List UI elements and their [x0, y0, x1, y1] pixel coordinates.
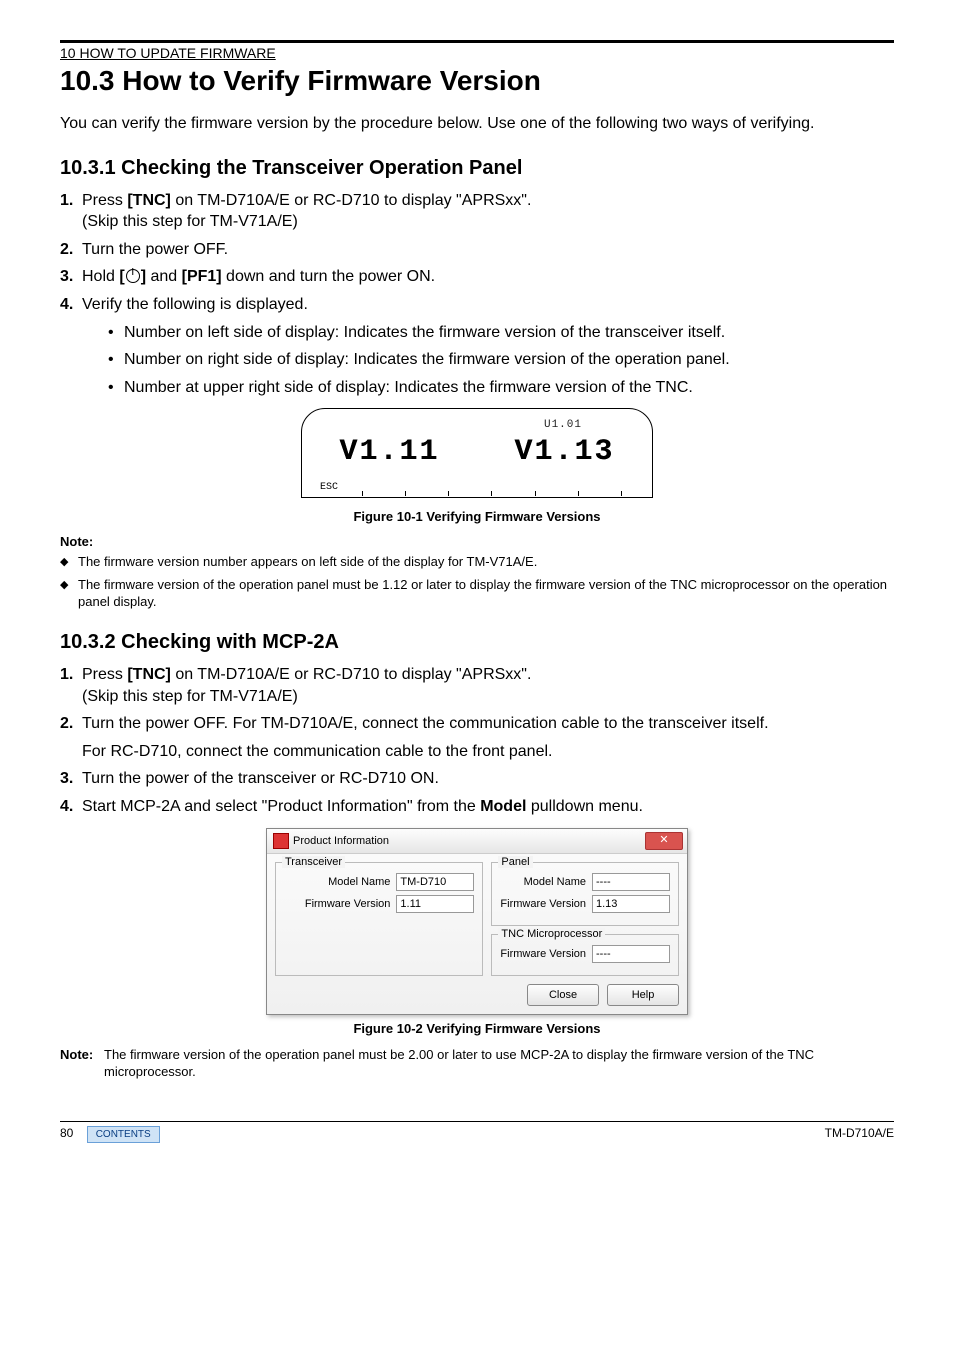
figure-10-2-caption: Figure 10-2 Verifying Firmware Versions — [60, 1021, 894, 1036]
dialog-app-icon — [273, 833, 289, 849]
step-2: Turn the power OFF. — [60, 239, 894, 261]
figure-10-1-caption: Figure 10-1 Verifying Firmware Versions — [60, 509, 894, 524]
subheading-10-3-1: 10.3.1 Checking the Transceiver Operatio… — [60, 157, 894, 180]
note-label-2: Note: — [60, 1046, 104, 1081]
note-list-1: The firmware version number appears on l… — [60, 553, 894, 611]
tnc-fieldset: TNC Microprocessor Firmware Version ---- — [491, 934, 679, 976]
subheading-10-3-2: 10.3.2 Checking with MCP-2A — [60, 631, 894, 654]
tx-fw-label: Firmware Version — [305, 898, 391, 910]
tx-model-value: TM-D710 — [396, 873, 474, 891]
panel-model-label: Model Name — [524, 876, 586, 888]
dialog-close-btn[interactable]: Close — [527, 984, 599, 1006]
note-text-2: The firmware version of the operation pa… — [104, 1046, 894, 1081]
section-path: 10 HOW TO UPDATE FIRMWARE — [60, 45, 894, 61]
lcd-right-version: V1.13 — [514, 435, 614, 469]
page-footer: 80 CONTENTS TM-D710A/E — [60, 1121, 894, 1140]
step-3-text-a: Hold — [82, 268, 119, 285]
intro-paragraph: You can verify the firmware version by t… — [60, 113, 894, 135]
steps-10-3-2: Press [TNC] on TM-D710A/E or RC-D710 to … — [60, 664, 894, 818]
bullet-upper-right: Number at upper right side of display: I… — [108, 377, 894, 399]
s2-step-1-c: on TM-D710A/E or RC-D710 to display "APR… — [171, 666, 532, 683]
step-3-text-f: down and turn the power ON. — [222, 268, 435, 285]
note-label-1: Note: — [60, 534, 894, 549]
panel-model-value: ---- — [592, 873, 670, 891]
steps-10-3-1: Press [TNC] on TM-D710A/E or RC-D710 to … — [60, 190, 894, 399]
dialog-titlebar: Product Information ✕ — [267, 829, 687, 854]
tx-fw-value: 1.11 — [396, 895, 474, 913]
s2-step-2: Turn the power OFF. For TM-D710A/E, conn… — [60, 713, 894, 762]
dialog-help-btn[interactable]: Help — [607, 984, 679, 1006]
lcd-ticks — [362, 491, 622, 497]
step-4-bullets: Number on left side of display: Indicate… — [108, 322, 894, 399]
s2-step-4-a: Start MCP-2A and select "Product Informa… — [82, 798, 480, 815]
panel-legend: Panel — [498, 856, 532, 868]
lcd-esc-label: ESC — [320, 482, 338, 493]
step-1-text-a: Press — [82, 192, 127, 209]
s2-step-4-c: pulldown menu. — [526, 798, 643, 815]
bullet-right: Number on right side of display: Indicat… — [108, 349, 894, 371]
step-3: Hold [] and [PF1] down and turn the powe… — [60, 266, 894, 288]
power-icon — [126, 269, 140, 283]
s2-step-2-b: For RC-D710, connect the communication c… — [82, 743, 552, 760]
step-1-text-d: (Skip this step for TM-V71A/E) — [82, 213, 298, 230]
step-3-bracket-open: [ — [119, 268, 124, 285]
step-1-text-c: on TM-D710A/E or RC-D710 to display "APR… — [171, 192, 532, 209]
footer-model: TM-D710A/E — [825, 1126, 894, 1140]
step-1-tnc-key: [TNC] — [127, 192, 171, 209]
tnc-fw-value: ---- — [592, 945, 670, 963]
s2-step-1: Press [TNC] on TM-D710A/E or RC-D710 to … — [60, 664, 894, 707]
step-4: Verify the following is displayed. Numbe… — [60, 294, 894, 398]
panel-fw-label: Firmware Version — [500, 898, 586, 910]
lcd-left-version: V1.11 — [339, 435, 439, 469]
bullet-left: Number on left side of display: Indicate… — [108, 322, 894, 344]
step-4-text: Verify the following is displayed. — [82, 296, 308, 313]
s2-step-2-a: Turn the power OFF. For TM-D710A/E, conn… — [82, 715, 769, 732]
page-number: 80 — [60, 1126, 73, 1140]
s2-step-4-model: Model — [480, 798, 526, 815]
tnc-fw-label: Firmware Version — [500, 948, 586, 960]
main-heading: 10.3 How to Verify Firmware Version — [60, 65, 894, 97]
tx-model-label: Model Name — [328, 876, 390, 888]
panel-fieldset: Panel Model Name ---- Firmware Version 1… — [491, 862, 679, 926]
contents-button[interactable]: CONTENTS — [87, 1126, 160, 1143]
note-line-2: Note: The firmware version of the operat… — [60, 1046, 894, 1081]
s2-step-1-tnc: [TNC] — [127, 666, 171, 683]
note-1-item-2: The firmware version of the operation pa… — [60, 576, 894, 611]
s2-step-3: Turn the power of the transceiver or RC-… — [60, 768, 894, 790]
s2-step-1-a: Press — [82, 666, 127, 683]
s2-step-4: Start MCP-2A and select "Product Informa… — [60, 796, 894, 818]
lcd-top-version: U1.01 — [544, 419, 582, 431]
transceiver-fieldset: Transceiver Model Name TM-D710 Firmware … — [275, 862, 483, 976]
step-3-pf1-key: [PF1] — [182, 268, 222, 285]
step-1: Press [TNC] on TM-D710A/E or RC-D710 to … — [60, 190, 894, 233]
lcd-figure: U1.01 V1.11 V1.13 ESC — [301, 408, 653, 498]
panel-fw-value: 1.13 — [592, 895, 670, 913]
transceiver-legend: Transceiver — [282, 856, 345, 868]
dialog-title: Product Information — [293, 835, 389, 847]
step-3-text-d: and — [146, 268, 182, 285]
product-info-dialog: Product Information ✕ Transceiver Model … — [266, 828, 688, 1015]
dialog-close-button[interactable]: ✕ — [645, 832, 683, 850]
s2-step-1-d: (Skip this step for TM-V71A/E) — [82, 688, 298, 705]
tnc-legend: TNC Microprocessor — [498, 928, 605, 940]
note-1-item-1: The firmware version number appears on l… — [60, 553, 894, 571]
